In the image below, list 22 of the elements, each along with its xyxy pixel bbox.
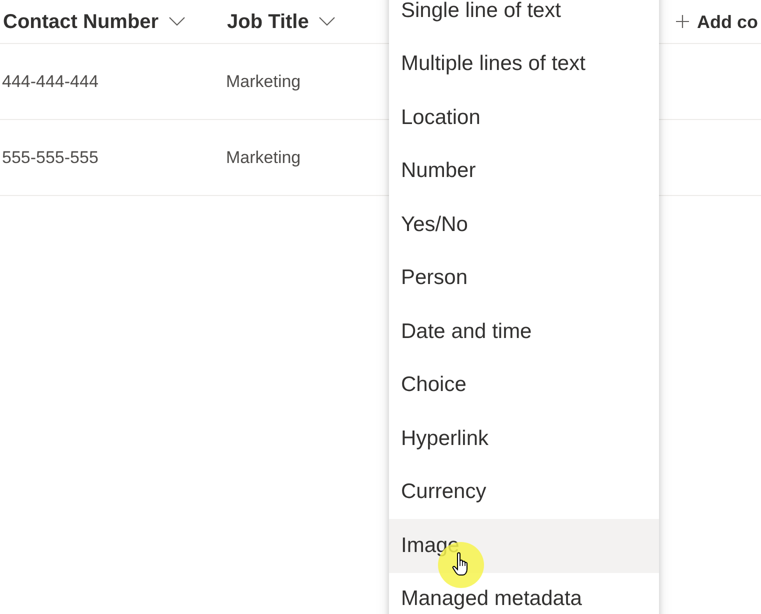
menu-item[interactable]: Multiple lines of text: [389, 38, 659, 91]
table-cell: 555-555-555: [2, 148, 98, 166]
menu-item[interactable]: Hyperlink: [389, 412, 659, 466]
chevron-down-icon: [318, 17, 335, 26]
column-header[interactable]: Contact Number: [3, 10, 185, 34]
menu-item[interactable]: Image: [389, 519, 659, 572]
menu-item[interactable]: Date and time: [389, 305, 659, 358]
table-cell: Marketing: [226, 72, 301, 90]
menu-item[interactable]: Location: [389, 91, 659, 144]
menu-item[interactable]: Single line of text: [389, 0, 659, 38]
menu-item[interactable]: Person: [389, 252, 659, 305]
table-cell: Marketing: [226, 148, 301, 166]
plus-icon: [676, 15, 689, 28]
menu-item[interactable]: Managed metadata: [389, 572, 659, 614]
menu-item[interactable]: Choice: [389, 358, 659, 412]
chevron-down-icon: [168, 17, 185, 26]
menu-item[interactable]: Yes/No: [389, 198, 659, 252]
menu-item[interactable]: Number: [389, 144, 659, 198]
menu-item[interactable]: Currency: [389, 466, 659, 519]
column-header[interactable]: Job Title: [227, 10, 335, 34]
table-cell: 444-444-444: [2, 72, 98, 90]
add-column-button[interactable]: Add co: [676, 10, 758, 34]
